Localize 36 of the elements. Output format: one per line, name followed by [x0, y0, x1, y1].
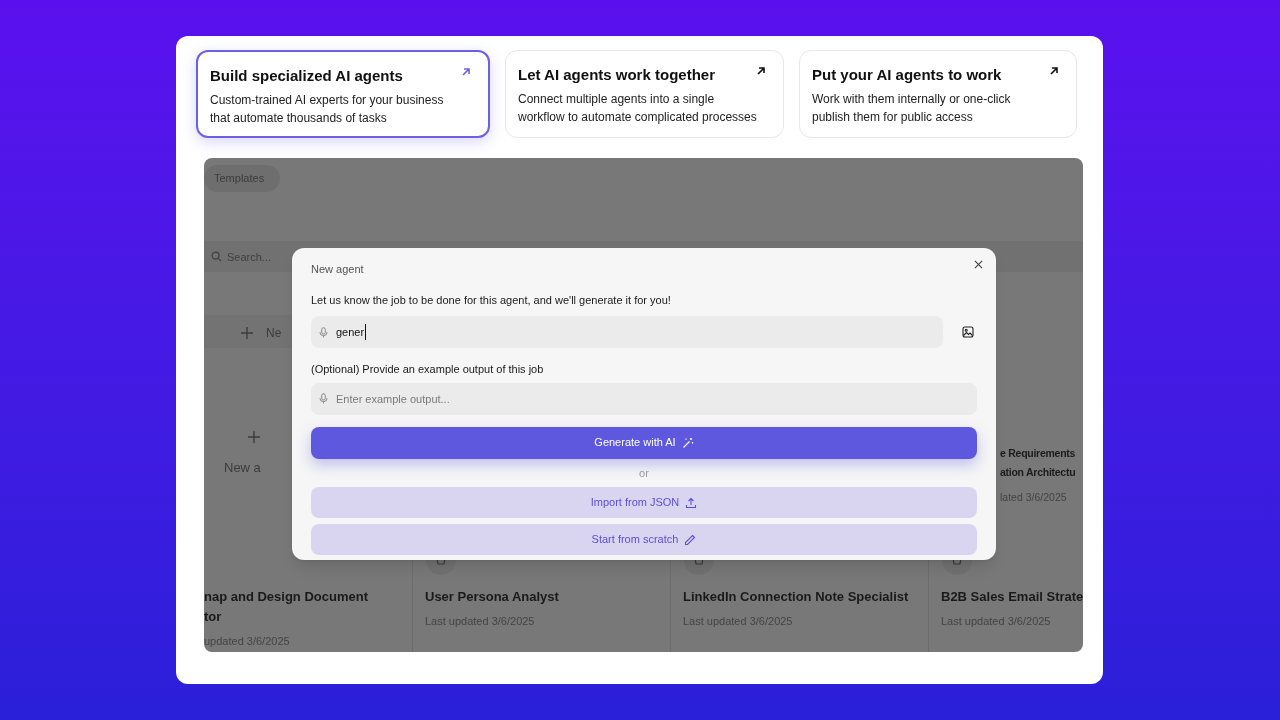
example-label: (Optional) Provide an example output of this job	[311, 362, 545, 377]
agent-title: tor	[204, 608, 223, 626]
agent-title: e Requirements	[1000, 446, 1076, 461]
plus-icon	[240, 326, 254, 340]
feature-card[interactable]: Let AI agents work together Connect multiple agents into a single workflow to automate complicated processes	[505, 50, 784, 138]
card-title: Build specialized AI agents	[210, 66, 403, 86]
feature-card[interactable]: Put your AI agents to work Work with them internally or one-click publish them for public access	[799, 50, 1077, 138]
card-description: Custom-trained AI experts for your business that automate thousands of tasks	[210, 92, 445, 127]
generate-button[interactable]: Generate with AI	[311, 426, 977, 459]
scratch-button[interactable]: Start from scratch	[311, 524, 977, 555]
magic-wand-icon	[681, 436, 694, 449]
dialog-title: New agent	[311, 262, 365, 277]
agent-title: ation Architectu	[1000, 465, 1076, 480]
card-title: Let AI agents work together	[518, 65, 715, 85]
agent-title: LinkedIn Connection Note Specialist	[683, 588, 910, 606]
import-button[interactable]: Import from JSON	[311, 487, 977, 518]
pencil-icon	[684, 533, 697, 546]
arrow-icon	[1048, 65, 1060, 77]
agent-title: B2B Sales Email Strate	[941, 588, 1083, 606]
arrow-icon	[755, 65, 767, 77]
or-divider: or	[638, 465, 650, 481]
agent-title: User Persona Analyst	[425, 588, 560, 606]
prompt-input[interactable]: gener	[311, 316, 943, 348]
example-output-field[interactable]: Enter example output...	[311, 382, 977, 415]
agent-title: nap and Design Document	[204, 588, 369, 606]
arrow-icon	[460, 66, 472, 78]
image-icon[interactable]	[962, 325, 976, 339]
card-description: Work with them internally or one-click publish them for public access	[812, 91, 1012, 126]
search-icon	[211, 251, 222, 262]
feature-card[interactable]: Build specialized AI agents Custom-trained AI experts for your business that automate thousands of tasks	[196, 50, 490, 138]
prompt-label: Let us know the job to be done for this agent, and we'll generate it for you!	[311, 292, 672, 308]
plus-icon	[246, 430, 261, 444]
close-icon[interactable]	[974, 260, 983, 269]
upload-icon	[685, 496, 698, 509]
card-description: Connect multiple agents into a single workflow to automate complicated processes	[518, 91, 758, 126]
card-title: Put your AI agents to work	[812, 65, 1002, 85]
